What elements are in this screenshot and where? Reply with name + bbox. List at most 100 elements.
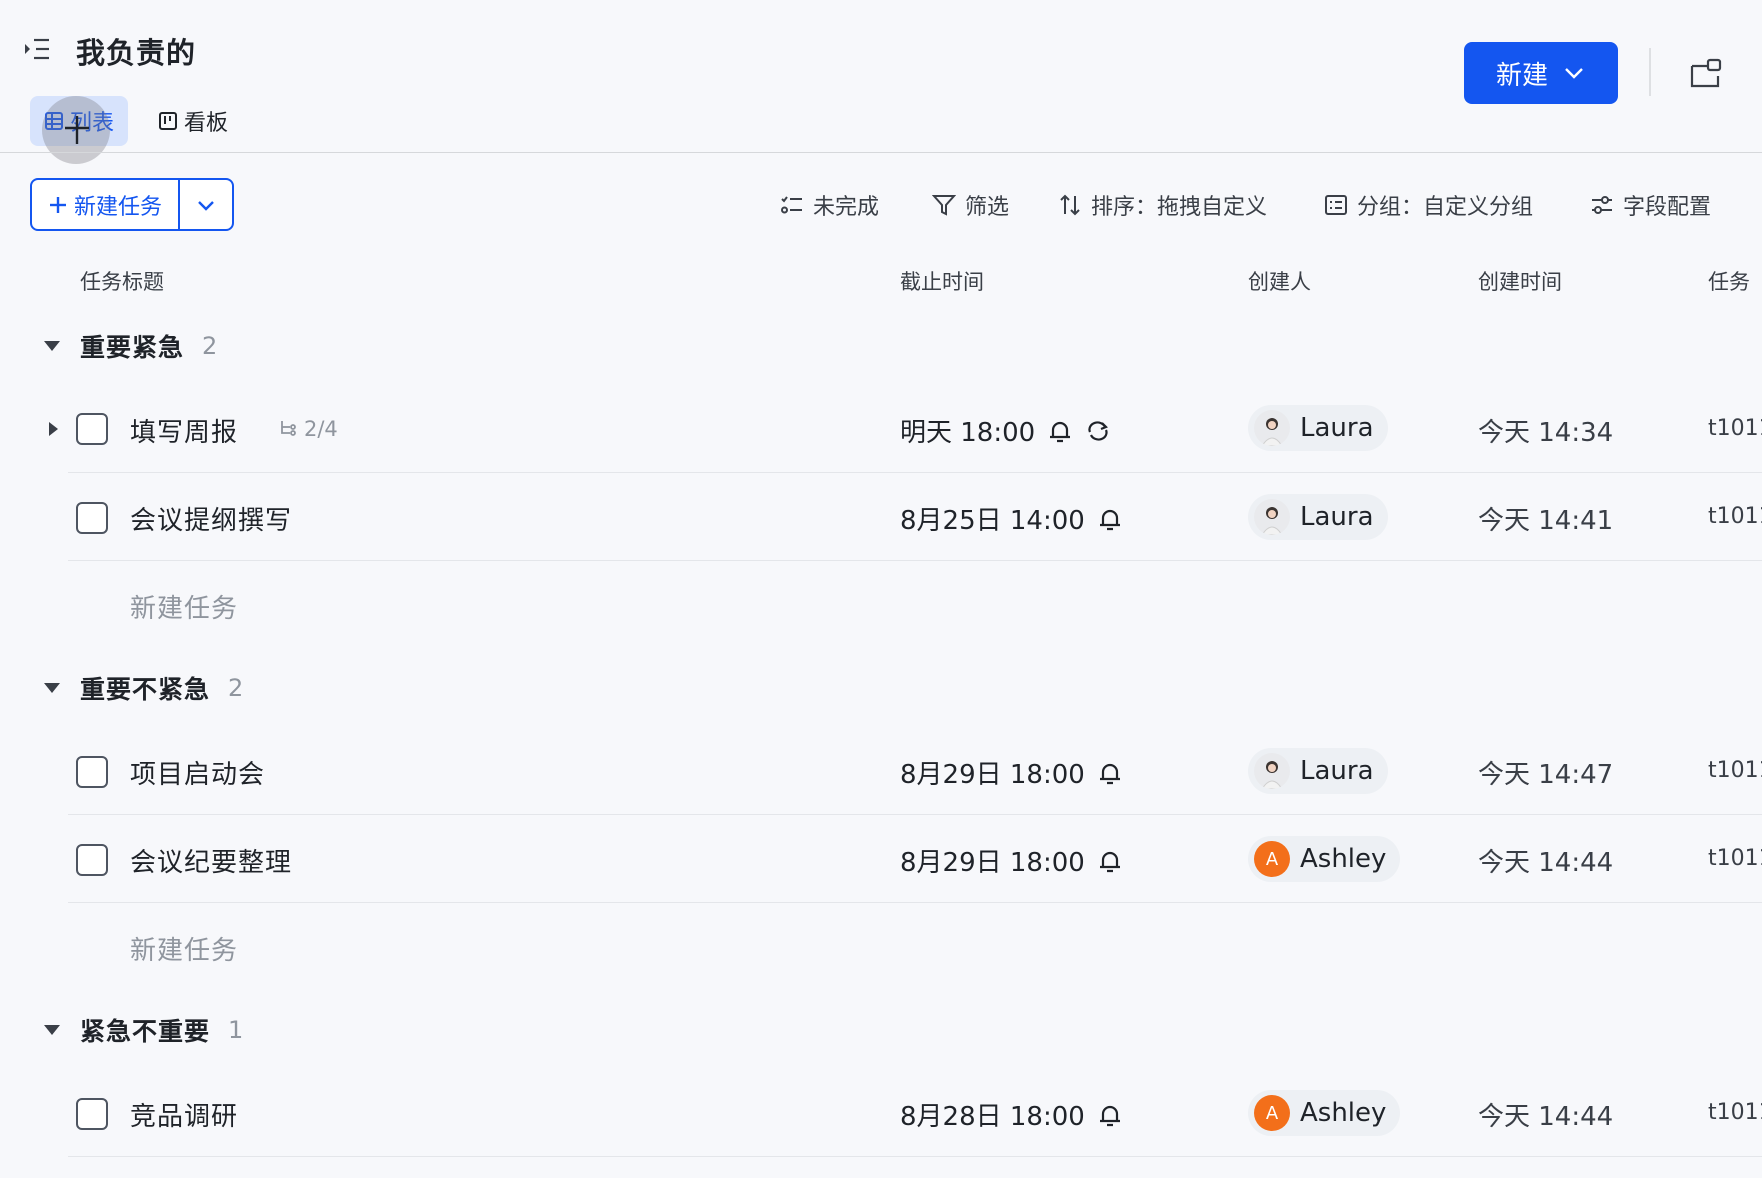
bell-icon (1097, 506, 1123, 532)
field-config-button[interactable]: 字段配置 (1590, 186, 1711, 224)
filter-icon (932, 193, 956, 217)
tab-label: 看板 (184, 111, 229, 136)
header-divider (1649, 48, 1651, 96)
settings-sliders-icon (1590, 193, 1614, 217)
task-title[interactable]: 会议提纲撰写 (130, 500, 292, 537)
add-task-button[interactable]: 新建任务 (130, 930, 238, 967)
task-checkbox[interactable] (76, 413, 108, 445)
created-time: 今天 14:41 (1478, 506, 1614, 536)
open-in-window-icon[interactable] (1688, 56, 1724, 92)
deadline-text: 8月29日 18:00 (900, 848, 1085, 878)
avatar: A (1254, 1095, 1290, 1131)
group-header[interactable]: 紧急不重要 1 (40, 1010, 243, 1050)
bell-icon (1097, 760, 1123, 786)
subtask-icon (278, 419, 298, 439)
created-time: 今天 14:34 (1478, 418, 1614, 448)
creator-chip[interactable]: A Ashley (1248, 836, 1401, 882)
tab-list-view[interactable]: 列表 (30, 96, 129, 146)
new-task-label: 新建任务 (73, 194, 162, 220)
task-title[interactable]: 竞品调研 (130, 1096, 238, 1133)
task-title[interactable]: 填写周报 (130, 412, 238, 449)
column-header-title[interactable]: 任务标题 (80, 266, 164, 296)
task-id: t1011 (1708, 758, 1762, 783)
new-task-dropdown[interactable] (180, 180, 232, 229)
plus-icon (48, 195, 68, 215)
task-checkbox[interactable] (76, 756, 108, 788)
chevron-down-icon (195, 194, 217, 216)
tab-board-view[interactable]: 看板 (144, 96, 242, 146)
sort-icon (1058, 193, 1082, 217)
group-button[interactable]: 分组：自定义分组 (1324, 186, 1533, 224)
filter-button[interactable]: 筛选 (932, 186, 1009, 224)
creator-chip[interactable]: Laura (1248, 748, 1388, 794)
expand-subtasks-toggle[interactable] (44, 420, 62, 438)
caret-down-icon (40, 676, 64, 700)
repeat-icon (1085, 418, 1111, 444)
incomplete-filter-button[interactable]: 未完成 (780, 186, 879, 224)
board-view-icon (158, 111, 178, 131)
subtask-progress[interactable]: 2/4 (278, 417, 338, 441)
column-header-deadline[interactable]: 截止时间 (900, 266, 984, 296)
task-id: t1011 (1708, 1100, 1762, 1125)
subtask-count: 2/4 (304, 417, 338, 441)
header-divider-line (0, 152, 1762, 153)
filter-label: 筛选 (965, 195, 1010, 220)
avatar (1254, 410, 1290, 446)
deadline-text: 8月25日 14:00 (900, 506, 1085, 536)
task-checkbox[interactable] (76, 844, 108, 876)
task-checkbox[interactable] (76, 1098, 108, 1130)
group-icon (1324, 193, 1348, 217)
list-view-icon (44, 111, 64, 131)
deadline-text: 8月28日 18:00 (900, 1102, 1085, 1132)
deadline-text: 8月29日 18:00 (900, 760, 1085, 790)
task-title[interactable]: 会议纪要整理 (130, 842, 292, 879)
deadline-cell[interactable]: 8月25日 14:00 (900, 500, 1123, 537)
incomplete-label: 未完成 (813, 195, 880, 220)
group-name: 紧急不重要 (80, 1017, 211, 1046)
new-button[interactable]: 新建 (1464, 42, 1618, 104)
group-count: 1 (228, 1016, 244, 1044)
caret-down-icon (40, 334, 64, 358)
group-label: 分组：自定义分组 (1357, 195, 1534, 220)
deadline-cell[interactable]: 8月28日 18:00 (900, 1096, 1123, 1133)
row-divider (68, 1156, 1762, 1157)
caret-down-icon (40, 1018, 64, 1042)
bell-icon (1047, 418, 1073, 444)
group-header[interactable]: 重要不紧急 2 (40, 668, 243, 708)
group-header[interactable]: 重要紧急 2 (40, 326, 217, 366)
deadline-cell[interactable]: 8月29日 18:00 (900, 842, 1123, 879)
sort-button[interactable]: 排序：拖拽自定义 (1058, 186, 1267, 224)
row-divider (68, 814, 1762, 815)
column-header-task[interactable]: 任务 (1708, 266, 1750, 296)
group-count: 2 (228, 674, 244, 702)
task-id: t1011 (1708, 846, 1762, 871)
new-button-label: 新建 (1495, 60, 1548, 91)
bell-icon (1097, 1102, 1123, 1128)
task-id: t1011 (1708, 504, 1762, 529)
row-divider (68, 472, 1762, 473)
deadline-cell[interactable]: 8月29日 18:00 (900, 754, 1123, 791)
creator-name: Laura (1300, 502, 1374, 532)
row-divider (68, 560, 1762, 561)
add-task-button[interactable]: 新建任务 (130, 588, 238, 625)
column-header-created-time[interactable]: 创建时间 (1478, 266, 1562, 296)
created-time: 今天 14:44 (1478, 1102, 1614, 1132)
deadline-cell[interactable]: 明天 18:00 (900, 412, 1111, 449)
creator-chip[interactable]: A Ashley (1248, 1090, 1401, 1136)
page-title: 我负责的 (76, 36, 197, 70)
checklist-icon (780, 193, 804, 217)
row-divider (68, 902, 1762, 903)
created-time: 今天 14:47 (1478, 760, 1614, 790)
group-name: 重要紧急 (80, 333, 185, 362)
creator-chip[interactable]: Laura (1248, 494, 1388, 540)
creator-name: Laura (1300, 756, 1374, 786)
task-checkbox[interactable] (76, 502, 108, 534)
new-task-button[interactable]: 新建任务 (32, 180, 178, 229)
collapse-sidebar-icon[interactable] (22, 34, 52, 64)
column-header-creator[interactable]: 创建人 (1248, 266, 1311, 296)
sort-label: 排序：拖拽自定义 (1091, 195, 1268, 220)
field-config-label: 字段配置 (1623, 195, 1712, 220)
chevron-down-icon (1562, 61, 1586, 85)
creator-chip[interactable]: Laura (1248, 405, 1388, 451)
task-title[interactable]: 项目启动会 (130, 754, 265, 791)
